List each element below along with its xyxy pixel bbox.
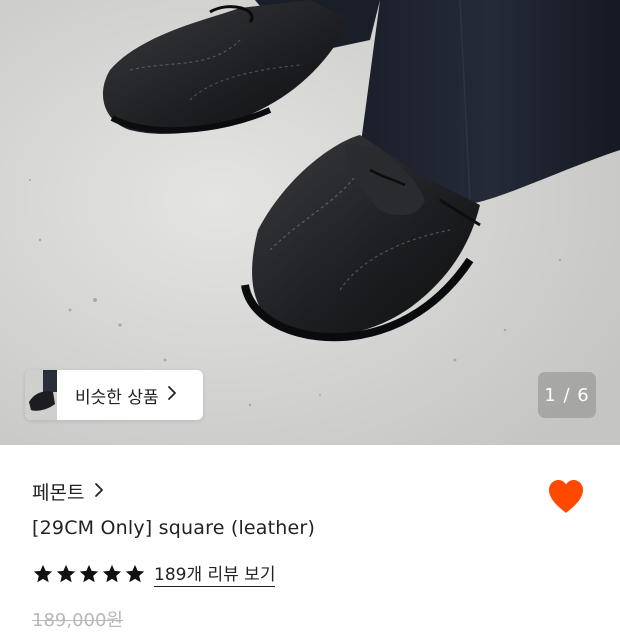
chevron-right-icon — [167, 385, 177, 405]
original-price: 189,000원 — [32, 610, 123, 631]
star-icon — [102, 564, 122, 582]
star-rating — [32, 563, 146, 585]
heart-icon — [549, 480, 583, 513]
product-title: [29CM Only] square (leather) — [32, 517, 316, 539]
similar-products-label: 비슷한 상품 — [75, 387, 159, 408]
brand-name: 페몬트 — [32, 482, 85, 504]
image-counter: 1 / 6 — [538, 372, 596, 418]
reviews-link[interactable]: 189개 리뷰 보기 — [154, 560, 276, 587]
chevron-right-icon — [94, 482, 104, 502]
star-icon — [56, 564, 76, 582]
star-icon — [33, 564, 53, 582]
wishlist-button[interactable] — [545, 476, 587, 518]
brand-link[interactable]: 페몬트 — [32, 478, 104, 505]
star-icon — [125, 564, 145, 582]
star-icon — [79, 564, 99, 582]
rating-row: 189개 리뷰 보기 — [32, 560, 276, 587]
similar-products-button[interactable]: 비슷한 상품 — [25, 370, 203, 420]
similar-product-thumbnail — [25, 370, 57, 420]
